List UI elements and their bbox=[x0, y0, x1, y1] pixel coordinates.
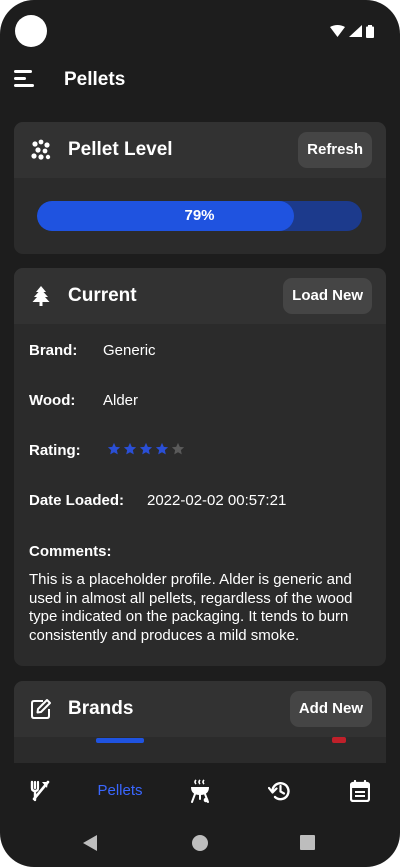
main-content[interactable]: Pellet Level Refresh 79% Current Load Ne… bbox=[0, 106, 400, 763]
brand-label: Brand: bbox=[29, 342, 78, 359]
load-new-button[interactable]: Load New bbox=[283, 278, 372, 314]
wood-value: Alder bbox=[103, 392, 139, 409]
comments-row: Comments: bbox=[29, 543, 112, 560]
refresh-button[interactable]: Refresh bbox=[298, 132, 372, 168]
brand-badge bbox=[96, 738, 144, 743]
pellet-level-card: Pellet Level Refresh 79% bbox=[14, 122, 386, 254]
tree-icon bbox=[32, 286, 50, 306]
status-icons bbox=[330, 24, 374, 38]
current-card: Current Load New Brand: Generic Wood: Alde… bbox=[14, 268, 386, 666]
brands-card: Brands Add New bbox=[14, 681, 386, 763]
pellet-level-progress: 79% bbox=[37, 201, 362, 231]
current-header: Current Load New bbox=[14, 268, 386, 324]
nav-dashboard[interactable] bbox=[0, 763, 80, 818]
nav-pellets-label: Pellets bbox=[97, 782, 143, 799]
rating-stars bbox=[107, 442, 185, 456]
nav-grill[interactable] bbox=[160, 763, 240, 818]
brand-row: Brand: Generic bbox=[29, 342, 156, 359]
pellets-icon bbox=[31, 139, 51, 160]
comments-text: This is a placeholder profile. Alder is … bbox=[29, 571, 353, 644]
grill-icon bbox=[191, 778, 209, 803]
star-filled-icon bbox=[107, 442, 121, 455]
camera-cutout bbox=[15, 15, 47, 47]
nav-pellets[interactable]: Pellets bbox=[80, 763, 160, 818]
status-bar bbox=[0, 0, 400, 58]
add-new-button[interactable]: Add New bbox=[289, 691, 372, 727]
rating-label: Rating: bbox=[29, 442, 81, 459]
delete-icon[interactable] bbox=[332, 737, 346, 743]
star-empty-icon bbox=[171, 442, 185, 455]
page-title: Pellets bbox=[64, 69, 126, 90]
nav-history[interactable] bbox=[240, 763, 320, 818]
recents-icon[interactable] bbox=[300, 835, 315, 850]
back-icon[interactable] bbox=[83, 835, 97, 851]
current-title: Current bbox=[68, 285, 137, 306]
brands-title: Brands bbox=[68, 698, 134, 719]
calendar-icon bbox=[350, 779, 370, 802]
bottom-nav: Pellets bbox=[0, 763, 400, 818]
wifi-icon bbox=[330, 25, 345, 37]
edit-icon bbox=[31, 699, 51, 719]
pellet-level-header: Pellet Level Refresh bbox=[14, 122, 386, 178]
pellet-level-percent: 79% bbox=[184, 207, 215, 224]
date-value: 2022-02-02 00:57:21 bbox=[147, 492, 287, 509]
brands-header: Brands Add New bbox=[14, 681, 386, 737]
history-icon bbox=[268, 781, 290, 800]
rating-row: Rating: bbox=[29, 442, 185, 459]
system-nav-bar bbox=[0, 818, 400, 867]
pellet-level-body: 79% bbox=[14, 178, 386, 254]
menu-icon[interactable] bbox=[14, 68, 36, 88]
pellet-level-title: Pellet Level bbox=[68, 139, 173, 160]
star-filled-icon bbox=[123, 442, 137, 455]
date-row: Date Loaded: 2022-02-02 00:57:21 bbox=[29, 492, 286, 509]
phone-screen: Pellets Pellet Level Refresh 79% Current… bbox=[0, 0, 400, 867]
app-bar: Pellets bbox=[0, 58, 400, 106]
wood-label: Wood: bbox=[29, 392, 76, 409]
signal-icon bbox=[349, 25, 362, 37]
nav-events[interactable] bbox=[320, 763, 400, 818]
brand-value: Generic bbox=[103, 342, 156, 359]
brands-list bbox=[14, 737, 386, 763]
star-filled-icon bbox=[155, 442, 169, 455]
wood-row: Wood: Alder bbox=[29, 392, 138, 409]
star-filled-icon bbox=[139, 442, 153, 455]
comments-label: Comments: bbox=[29, 543, 112, 560]
home-icon[interactable] bbox=[192, 835, 208, 851]
battery-icon bbox=[366, 24, 374, 38]
utensils-icon bbox=[30, 780, 50, 801]
date-label: Date Loaded: bbox=[29, 492, 125, 509]
